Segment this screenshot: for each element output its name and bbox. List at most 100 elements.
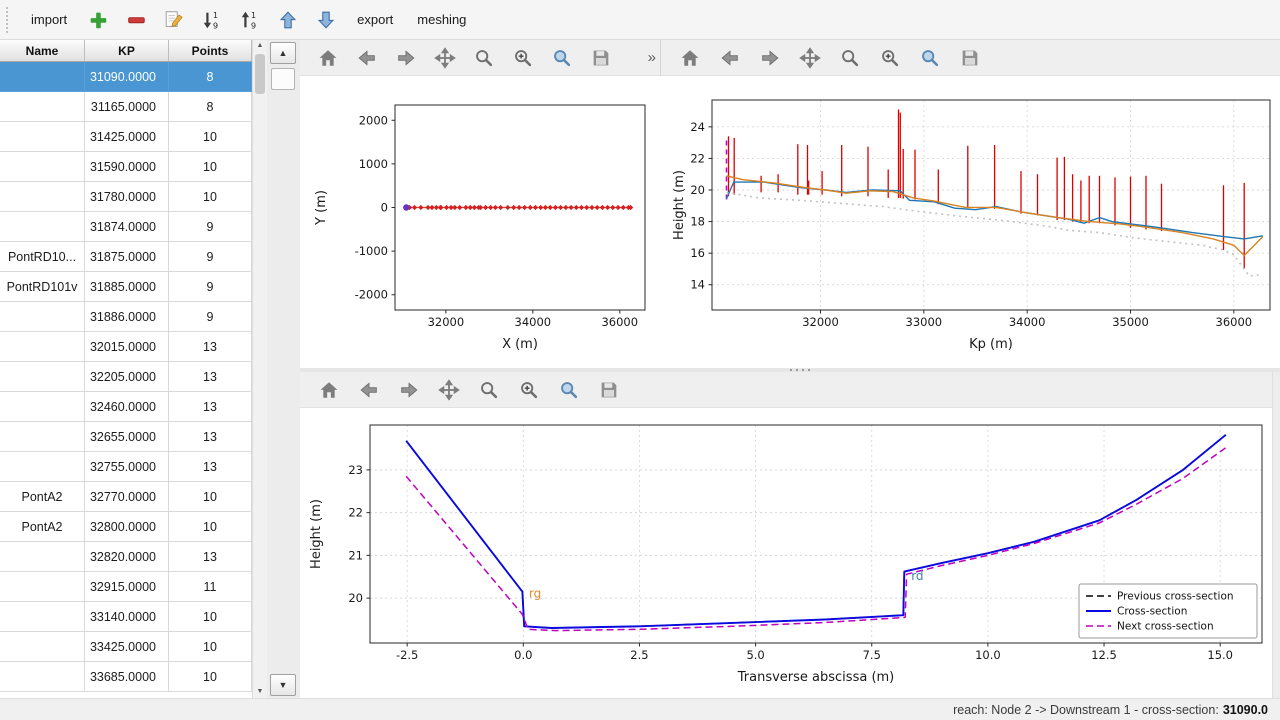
table-row[interactable]: 33140.000010 [0, 602, 252, 632]
zoom-button[interactable] [835, 43, 865, 73]
arrow-up-blue-icon [277, 9, 299, 31]
table-row[interactable]: 32460.000013 [0, 392, 252, 422]
forward-button[interactable] [394, 375, 424, 405]
cell-points: 13 [169, 542, 252, 572]
edit-button[interactable] [159, 5, 189, 35]
save-icon [959, 47, 981, 69]
export-button[interactable]: export [349, 7, 401, 32]
zoom-region-button[interactable] [548, 43, 577, 73]
table-row[interactable]: PontA232770.000010 [0, 482, 252, 512]
table-scrollbar[interactable]: ▲ ▼ [252, 40, 267, 698]
cell-points: 8 [169, 62, 252, 92]
table-row[interactable]: 32820.000013 [0, 542, 252, 572]
table-row[interactable]: 31165.00008 [0, 92, 252, 122]
add-button[interactable] [83, 5, 113, 35]
save-button[interactable] [594, 375, 624, 405]
save-button[interactable] [955, 43, 985, 73]
cell-name: PontRD10... [0, 242, 85, 272]
scroll-down-icon[interactable]: ▼ [253, 686, 267, 698]
cell-kp: 32460.0000 [85, 392, 169, 422]
table-row[interactable]: PontA232800.000010 [0, 512, 252, 542]
table-row[interactable]: 31590.000010 [0, 152, 252, 182]
forward-button[interactable] [755, 43, 785, 73]
scroll-up-icon[interactable]: ▲ [253, 40, 267, 52]
table-row[interactable]: 31886.00009 [0, 302, 252, 332]
profile-chart[interactable]: 3200033000340003500036000141618202224Kp … [661, 76, 1280, 368]
cell-points: 9 [169, 242, 252, 272]
table-row[interactable]: 32755.000013 [0, 452, 252, 482]
zoom-button[interactable] [474, 375, 504, 405]
cell-name [0, 212, 85, 242]
svg-text:16: 16 [690, 246, 705, 260]
cell-name [0, 332, 85, 362]
cell-points: 9 [169, 272, 252, 302]
back-button[interactable] [354, 375, 384, 405]
svg-text:-1000: -1000 [355, 244, 388, 258]
table-row[interactable]: 32015.000013 [0, 332, 252, 362]
home-button[interactable] [314, 375, 344, 405]
toolbar-overflow-button[interactable]: » [644, 49, 660, 66]
profile-figure: 3200033000340003500036000141618202224Kp … [661, 40, 1280, 368]
cell-points: 10 [169, 662, 252, 692]
table-scrollbar-thumb[interactable] [255, 54, 265, 94]
cell-kp: 32755.0000 [85, 452, 169, 482]
svg-text:20: 20 [348, 591, 363, 605]
pan-button[interactable] [795, 43, 825, 73]
back-button[interactable] [353, 43, 382, 73]
cell-name [0, 452, 85, 482]
header-points[interactable]: Points [169, 40, 252, 61]
table-row[interactable]: PontRD101v31885.00009 [0, 272, 252, 302]
sort-desc-button[interactable]: 19 [197, 5, 227, 35]
panel-scroll-up-button[interactable]: ▲ [270, 42, 296, 64]
table-row[interactable]: 31090.00008 [0, 62, 252, 92]
zoom-region-button[interactable] [915, 43, 945, 73]
cell-kp: 31886.0000 [85, 302, 169, 332]
edit-icon [163, 9, 185, 31]
header-name[interactable]: Name [0, 40, 85, 61]
move-up-button[interactable] [273, 5, 303, 35]
panel-scroll-down-button[interactable]: ▼ [270, 674, 296, 696]
panel-scrollbar-thumb[interactable] [271, 68, 295, 90]
svg-text:18: 18 [690, 215, 705, 229]
header-kp[interactable]: KP [85, 40, 169, 61]
forward-button[interactable] [392, 43, 421, 73]
cell-points: 10 [169, 602, 252, 632]
move-down-button[interactable] [311, 5, 341, 35]
zoom-in-button[interactable] [875, 43, 905, 73]
panel-scrollbar[interactable]: ▲ ▼ [268, 40, 300, 698]
table-row[interactable]: 32915.000011 [0, 572, 252, 602]
zoom-button[interactable] [470, 43, 499, 73]
meshing-button[interactable]: meshing [409, 7, 474, 32]
remove-button[interactable] [121, 5, 151, 35]
cross-mpl-toolbar [300, 372, 1272, 408]
cell-name [0, 572, 85, 602]
save-button[interactable] [587, 43, 616, 73]
table-row[interactable]: 33425.000010 [0, 632, 252, 662]
zoom-region-icon [558, 379, 580, 401]
splitter-handle-icon[interactable] [790, 369, 812, 371]
zoom-in-button[interactable] [514, 375, 544, 405]
pan-button[interactable] [431, 43, 460, 73]
zoom-region-button[interactable] [554, 375, 584, 405]
table-row[interactable]: 31874.00009 [0, 212, 252, 242]
svg-text:33000: 33000 [906, 315, 943, 329]
x-axis-label: Kp (m) [969, 337, 1013, 352]
pan-icon [434, 47, 456, 69]
home-button[interactable] [314, 43, 343, 73]
table-row[interactable]: PontRD10...31875.00009 [0, 242, 252, 272]
table-row[interactable]: 33685.000010 [0, 662, 252, 692]
svg-text:36000: 36000 [1216, 315, 1253, 329]
table-row[interactable]: 31425.000010 [0, 122, 252, 152]
table-row[interactable]: 32655.000013 [0, 422, 252, 452]
table-row[interactable]: 31780.000010 [0, 182, 252, 212]
pan-button[interactable] [434, 375, 464, 405]
sort-asc-button[interactable]: 19 [235, 5, 265, 35]
plan-view-chart[interactable]: 320003400036000-2000-1000010002000X (m)Y… [300, 76, 661, 368]
import-button[interactable]: import [23, 7, 75, 32]
home-button[interactable] [675, 43, 705, 73]
cell-points: 10 [169, 182, 252, 212]
table-row[interactable]: 32205.000013 [0, 362, 252, 392]
zoom-in-button[interactable] [509, 43, 538, 73]
cross-section-chart[interactable]: -2.50.02.55.07.510.012.515.020212223Tran… [300, 408, 1272, 698]
back-button[interactable] [715, 43, 745, 73]
